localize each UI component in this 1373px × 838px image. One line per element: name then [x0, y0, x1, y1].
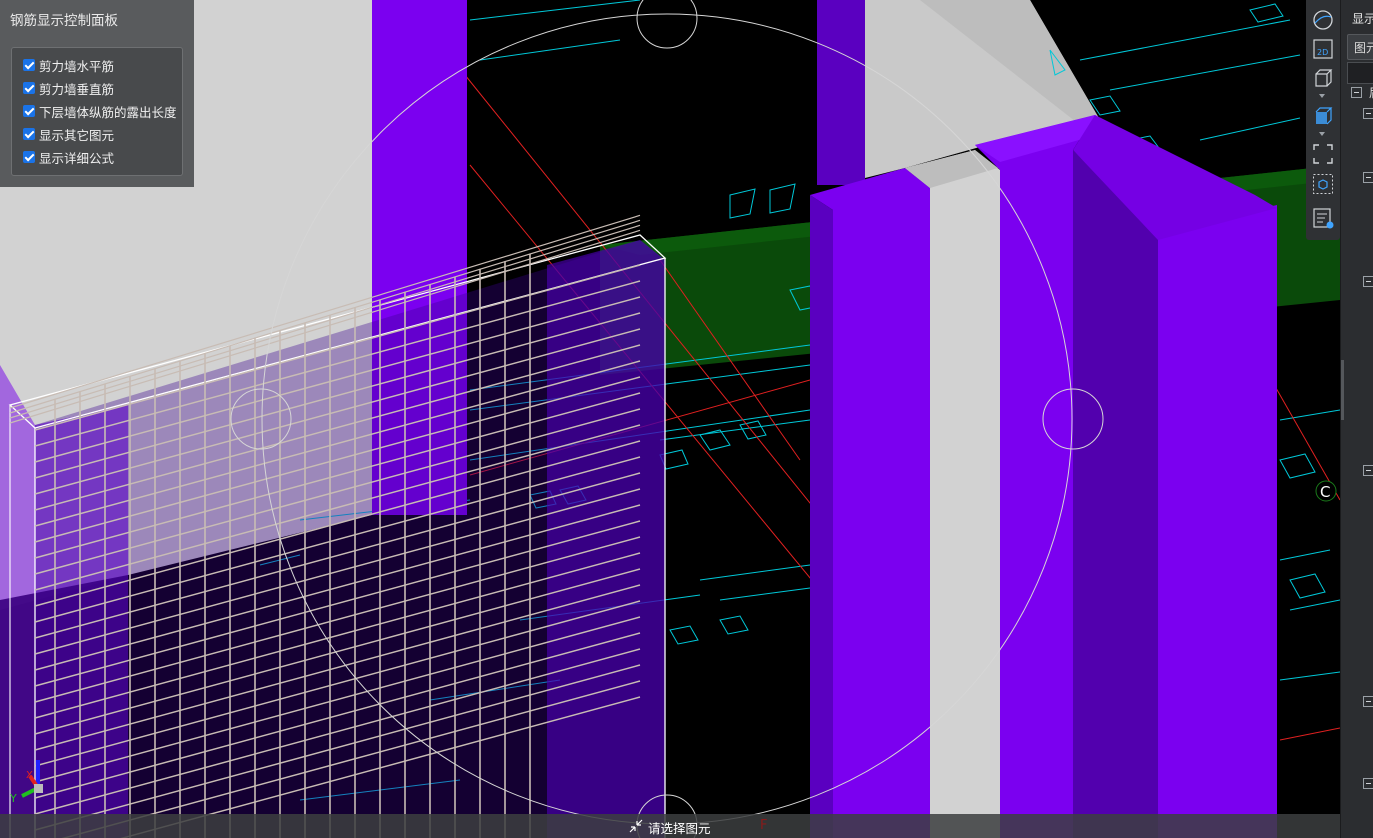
tree-collapse-icon[interactable]: [1351, 87, 1362, 98]
3d-view-icon[interactable]: [1311, 66, 1335, 90]
option-wall-vertical-rebar[interactable]: 剪力墙垂直筋: [23, 79, 114, 97]
tab-label: 图元: [1354, 41, 1373, 55]
dropdown-arrow-icon[interactable]: [1319, 132, 1325, 136]
gizmo-label-y: Y: [9, 792, 17, 805]
column-right-c: [1158, 205, 1277, 838]
dynamic-observe-icon[interactable]: [1311, 8, 1335, 32]
gizmo-label-x: X: [26, 770, 33, 781]
option-lower-wall-rebar-exposure[interactable]: 下层墙体纵筋的露出长度: [23, 102, 177, 120]
rebar-display-control-panel: 钢筋显示控制面板 剪力墙水平筋 剪力墙垂直筋 下层墙体纵筋的露出长度 显示其它图…: [0, 0, 194, 187]
control-panel-title: 钢筋显示控制面板: [10, 13, 118, 29]
option-show-detailed-formula[interactable]: 显示详细公式: [23, 148, 114, 166]
3d-solid-view-icon[interactable]: [1311, 104, 1335, 128]
checkbox-icon[interactable]: [23, 82, 35, 94]
option-label: 剪力墙垂直筋: [39, 81, 115, 97]
checkbox-icon[interactable]: [23, 128, 35, 140]
option-label: 下层墙体纵筋的露出长度: [39, 104, 177, 120]
selected-wall-end: [547, 240, 665, 838]
tree-collapse-icon[interactable]: [1363, 465, 1373, 476]
checkbox-icon[interactable]: [23, 105, 35, 117]
2d-label: 2D: [1317, 48, 1328, 57]
tree-collapse-icon[interactable]: [1363, 696, 1373, 707]
tab-elements[interactable]: 图元: [1347, 34, 1373, 60]
column-right-a-side: [810, 195, 833, 838]
tree-collapse-icon[interactable]: [1363, 108, 1373, 119]
property-view-icon[interactable]: [1311, 206, 1335, 230]
tree-collapse-icon[interactable]: [1363, 778, 1373, 789]
option-show-other-elements[interactable]: 显示其它图元: [23, 125, 114, 143]
option-wall-horizontal-rebar[interactable]: 剪力墙水平筋: [23, 56, 114, 74]
view-toolbar: 2D: [1306, 0, 1340, 240]
checkbox-icon[interactable]: [23, 151, 35, 163]
axis-label-f: F: [760, 818, 768, 833]
3d-scene[interactable]: C X Y: [0, 0, 1340, 838]
control-panel-options: 剪力墙水平筋 剪力墙垂直筋 下层墙体纵筋的露出长度 显示其它图元 显示详细公式: [11, 47, 183, 176]
axis-label-c: C: [1320, 483, 1330, 501]
collapse-arrows-icon[interactable]: [628, 818, 644, 834]
panel-scrollbar[interactable]: [1341, 360, 1344, 420]
command-prompt-bar: 请选择图元: [0, 814, 1340, 838]
option-label: 显示详细公式: [39, 150, 115, 166]
checkbox-icon[interactable]: [23, 59, 35, 71]
option-label: 剪力墙水平筋: [39, 58, 115, 74]
panel-title: 显示: [1352, 12, 1373, 26]
tree-collapse-icon[interactable]: [1363, 172, 1373, 183]
tree-collapse-icon[interactable]: [1363, 276, 1373, 287]
dropdown-arrow-icon[interactable]: [1319, 94, 1325, 98]
2d-view-icon[interactable]: 2D: [1311, 37, 1335, 61]
option-label: 显示其它图元: [39, 127, 115, 143]
status-prompt: 请选择图元: [648, 821, 711, 836]
fullscreen-icon[interactable]: [1311, 142, 1335, 166]
display-settings-panel: 显示 图元 届: [1340, 0, 1373, 838]
filter-input[interactable]: [1347, 62, 1373, 84]
shear-wall-column-back-2: [817, 0, 865, 185]
column-right-c-side: [1073, 150, 1158, 838]
3d-viewport[interactable]: C X Y: [0, 0, 1340, 838]
tree-root-item[interactable]: 届: [1369, 84, 1373, 101]
local-3d-icon[interactable]: [1311, 172, 1335, 196]
